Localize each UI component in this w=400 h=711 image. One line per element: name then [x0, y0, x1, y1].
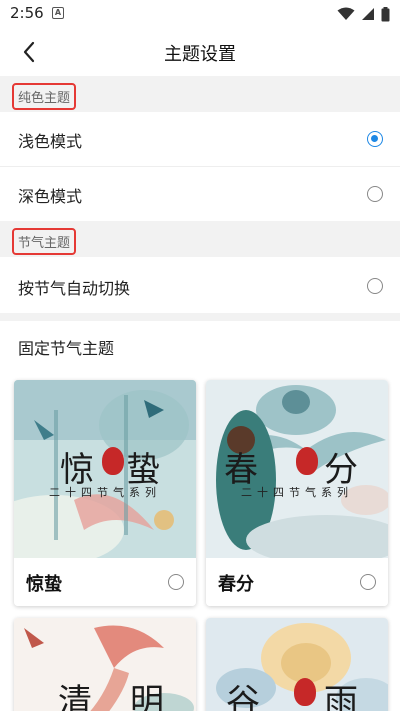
card-footer: 春分 [206, 558, 388, 606]
radio-jingzhe[interactable] [168, 574, 184, 590]
theme-card-qingming[interactable]: 清 明 [14, 618, 196, 711]
option-label: 深色模式 [18, 187, 83, 206]
card-art-char: 清 [58, 682, 92, 711]
card-art-char: 明 [130, 682, 164, 711]
seal-stamp [296, 447, 318, 475]
status-time: 2:56 [10, 4, 44, 22]
card-art-char: 雨 [324, 682, 358, 711]
section-label-solar: 节气主题 [12, 228, 77, 255]
card-art-char: 谷 [226, 682, 260, 711]
radio-light-mode[interactable] [367, 131, 383, 147]
page-title: 主题设置 [164, 44, 236, 65]
fixed-theme-title: 固定节气主题 [18, 339, 115, 358]
option-auto-switch[interactable]: 按节气自动切换 [0, 259, 400, 313]
signal-icon [362, 8, 374, 20]
wifi-icon [337, 7, 355, 20]
seal-stamp [294, 678, 316, 706]
section-label-solid: 纯色主题 [12, 83, 77, 110]
radio-dark-mode[interactable] [367, 186, 383, 202]
radio-auto-switch[interactable] [367, 278, 383, 294]
qingming-artwork [14, 618, 196, 711]
section-gap [0, 313, 400, 321]
theme-card-guyu[interactable]: 谷 雨 [206, 618, 388, 711]
card-name: 春分 [218, 574, 254, 595]
section-header-solid: 纯色主题 [0, 76, 400, 112]
card-footer: 惊蛰 [14, 558, 196, 606]
card-name: 惊蛰 [26, 574, 62, 595]
notification-icon: A [52, 7, 64, 19]
option-dark-mode[interactable]: 深色模式 [0, 167, 400, 221]
seal-stamp [102, 447, 124, 475]
radio-chunfen[interactable] [360, 574, 376, 590]
theme-card-chunfen[interactable]: 春 分 二十四节气系列 春分 [206, 380, 388, 606]
option-light-mode[interactable]: 浅色模式 [0, 112, 400, 166]
option-label: 按节气自动切换 [18, 279, 131, 298]
section-header-solar: 节气主题 [0, 221, 400, 257]
status-icons [337, 6, 390, 22]
option-label: 浅色模式 [18, 132, 83, 151]
app-header: 主题设置 [0, 28, 400, 76]
card-art-subtitle: 二十四节气系列 [49, 486, 161, 499]
status-bar: 2:56 A [0, 0, 400, 28]
theme-card-jingzhe[interactable]: 惊 蛰 二十四节气系列 惊蛰 [14, 380, 196, 606]
card-art-subtitle: 二十四节气系列 [241, 486, 353, 499]
battery-icon [381, 6, 390, 21]
